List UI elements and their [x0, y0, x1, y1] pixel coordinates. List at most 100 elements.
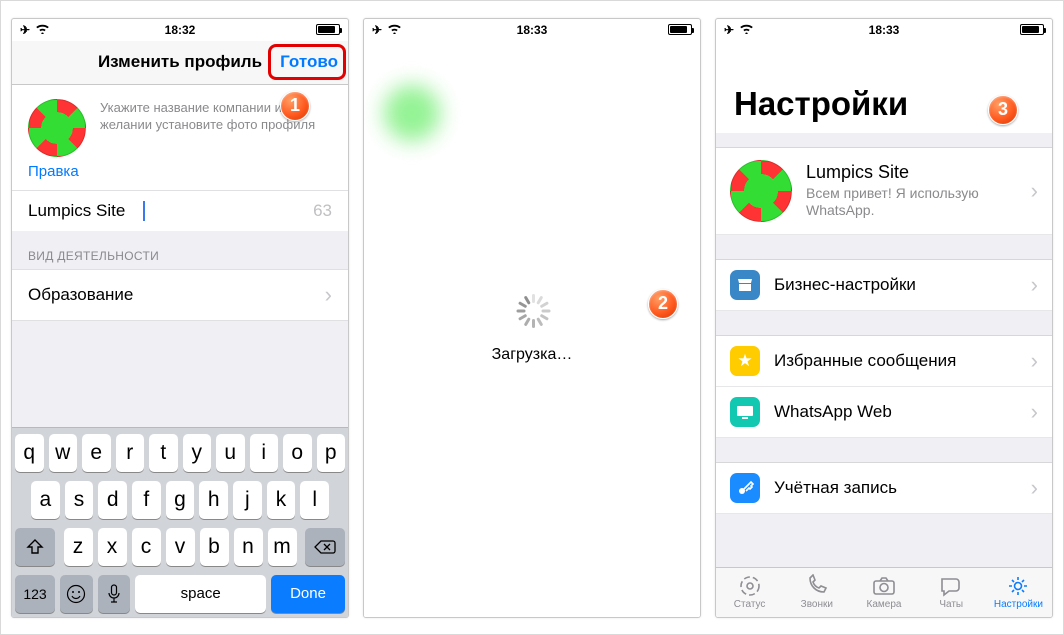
nav-title: Изменить профиль [98, 52, 262, 72]
edit-photo-link[interactable]: Правка [12, 163, 348, 190]
key-b[interactable]: b [200, 528, 229, 566]
whatsapp-web-cell[interactable]: WhatsApp Web › [716, 387, 1052, 438]
wifi-icon [387, 23, 402, 37]
clock: 18:33 [517, 23, 548, 37]
battery-icon [668, 24, 692, 35]
key-k[interactable]: k [267, 481, 296, 519]
key-s[interactable]: s [65, 481, 94, 519]
blurred-avatar [382, 83, 442, 143]
battery-icon [1020, 24, 1044, 35]
key-m[interactable]: m [268, 528, 297, 566]
avatar[interactable] [28, 99, 86, 157]
cell-label: Учётная запись [774, 478, 897, 498]
tab-label: Статус [734, 599, 766, 610]
activity-cell[interactable]: Образование › [12, 269, 348, 320]
tab-label: Чаты [939, 599, 963, 610]
key-n[interactable]: n [234, 528, 263, 566]
status-bar: ✈ 18:32 [12, 19, 348, 41]
starred-messages-cell[interactable]: ★ Избранные сообщения › [716, 335, 1052, 387]
key-r[interactable]: r [116, 434, 145, 472]
key-d[interactable]: d [98, 481, 127, 519]
key-t[interactable]: t [149, 434, 178, 472]
profile-cell[interactable]: Lumpics Site Всем привет! Я использую Wh… [716, 147, 1052, 235]
cell-label: WhatsApp Web [774, 402, 892, 422]
phone-1: ✈ 18:32 Изменить профиль Готово 1 Укажит… [11, 18, 349, 618]
key-a[interactable]: a [31, 481, 60, 519]
nav-bar: Изменить профиль Готово [12, 41, 348, 85]
step-badge-1: 1 [280, 91, 310, 121]
chevron-right-icon: › [1031, 348, 1038, 374]
step-badge-3: 3 [988, 95, 1018, 125]
clock: 18:32 [165, 23, 196, 37]
clock: 18:33 [869, 23, 900, 37]
battery-icon [316, 24, 340, 35]
section-label: ВИД ДЕЯТЕЛЬНОСТИ [12, 231, 348, 269]
chevron-right-icon: › [1031, 399, 1038, 425]
tab-label: Камера [867, 599, 902, 610]
wifi-icon [35, 23, 50, 37]
backspace-key[interactable] [305, 528, 345, 566]
keyboard[interactable]: qwertyuiop asdfghjkl zxcvbnm 123 space D… [12, 427, 348, 617]
chevron-right-icon: › [1031, 475, 1038, 501]
key-o[interactable]: o [283, 434, 312, 472]
business-settings-cell[interactable]: Бизнес-настройки › [716, 259, 1052, 311]
tab-bar: Статус Звонки Камера Чаты Настройки [716, 567, 1052, 617]
key-w[interactable]: w [49, 434, 78, 472]
settings-list[interactable]: Lumpics Site Всем привет! Я использую Wh… [716, 133, 1052, 567]
key-l[interactable]: l [300, 481, 329, 519]
chevron-right-icon: › [1031, 178, 1038, 204]
avatar [730, 160, 792, 222]
phone-3: ✈ 18:33 Настройки 3 Lumpics Site Всем пр… [715, 18, 1053, 618]
tab-settings[interactable]: Настройки [985, 568, 1052, 617]
key-v[interactable]: v [166, 528, 195, 566]
wifi-icon [739, 23, 754, 37]
key-h[interactable]: h [199, 481, 228, 519]
key-c[interactable]: c [132, 528, 161, 566]
key-j[interactable]: j [233, 481, 262, 519]
monitor-icon [730, 397, 760, 427]
cell-label: Бизнес-настройки [774, 275, 916, 295]
step-badge-2: 2 [648, 289, 678, 319]
key-f[interactable]: f [132, 481, 161, 519]
airplane-icon: ✈ [372, 23, 382, 37]
key-q[interactable]: q [15, 434, 44, 472]
tab-status[interactable]: Статус [716, 568, 783, 617]
key-e[interactable]: e [82, 434, 111, 472]
key-i[interactable]: i [250, 434, 279, 472]
key-g[interactable]: g [166, 481, 195, 519]
text-cursor [143, 201, 145, 221]
tab-label: Звонки [801, 599, 833, 610]
star-icon: ★ [730, 346, 760, 376]
key-u[interactable]: u [216, 434, 245, 472]
tab-calls[interactable]: Звонки [783, 568, 850, 617]
char-count: 63 [313, 201, 332, 221]
done-button[interactable]: Готово [280, 52, 338, 72]
key-z[interactable]: z [64, 528, 93, 566]
account-cell[interactable]: Учётная запись › [716, 462, 1052, 514]
space-key[interactable]: space [135, 575, 266, 613]
profile-name: Lumpics Site [806, 162, 1017, 183]
key-x[interactable]: x [98, 528, 127, 566]
dictation-key[interactable] [98, 575, 131, 613]
key-y[interactable]: y [183, 434, 212, 472]
tab-label: Настройки [994, 599, 1043, 610]
status-bar: ✈ 18:33 [716, 19, 1052, 41]
profile-status: Всем привет! Я использую WhatsApp. [806, 185, 1017, 220]
status-bar: ✈ 18:33 [364, 19, 700, 41]
keyboard-done-key[interactable]: Done [271, 575, 345, 613]
key-p[interactable]: p [317, 434, 346, 472]
shift-key[interactable] [15, 528, 55, 566]
storefront-icon [730, 270, 760, 300]
chevron-right-icon: › [1031, 272, 1038, 298]
numbers-key[interactable]: 123 [15, 575, 55, 613]
name-field[interactable]: 63 [12, 190, 348, 231]
name-input[interactable] [28, 201, 142, 221]
activity-value: Образование [28, 285, 133, 305]
spinner-icon [515, 294, 549, 328]
tab-chats[interactable]: Чаты [918, 568, 985, 617]
emoji-key[interactable] [60, 575, 93, 613]
airplane-icon: ✈ [724, 23, 734, 37]
cell-label: Избранные сообщения [774, 351, 956, 371]
airplane-icon: ✈ [20, 23, 30, 37]
tab-camera[interactable]: Камера [850, 568, 917, 617]
